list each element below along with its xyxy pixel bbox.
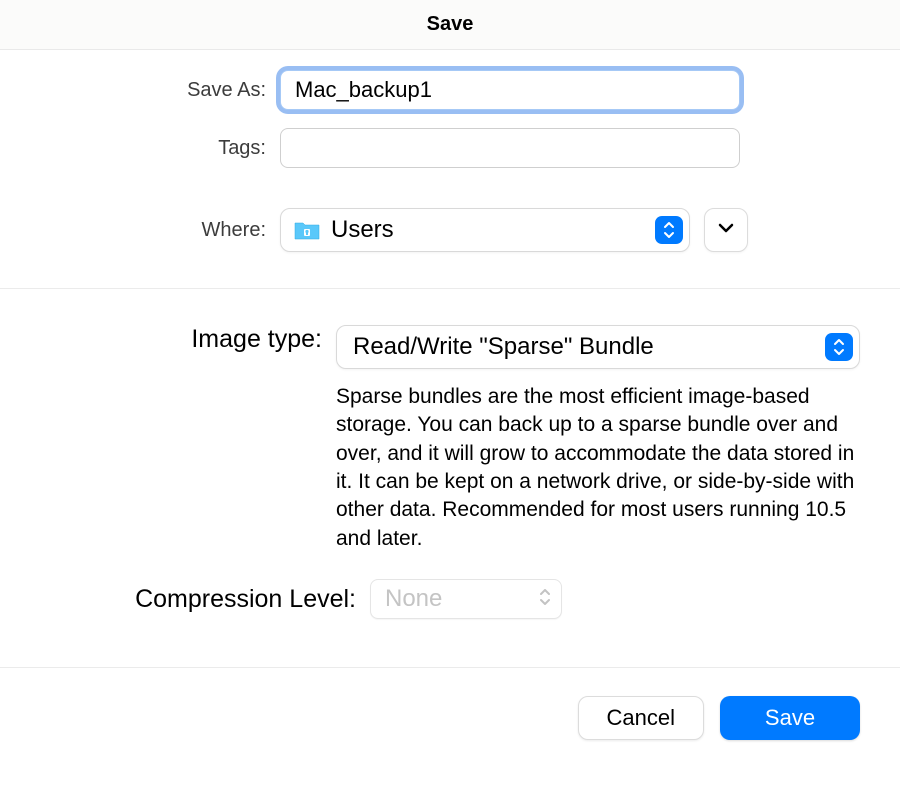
save-as-row: Save As: [40,70,860,110]
image-type-select[interactable]: Read/Write "Sparse" Bundle [336,325,860,369]
where-row: Where: Users [40,208,860,252]
file-section: Save As: Tags: Where: [0,50,900,289]
expand-button[interactable] [704,208,748,252]
tags-input[interactable] [280,128,740,168]
tags-row: Tags: [40,128,860,168]
compression-select[interactable]: None [370,579,562,619]
image-type-description: Sparse bundles are the most efficient im… [336,383,860,553]
footer: Cancel Save [0,668,900,768]
options-section: Image type: Read/Write "Sparse" Bundle S… [0,289,900,668]
compression-label: Compression Level: [40,585,370,614]
save-as-input[interactable] [280,70,740,110]
tags-label: Tags: [40,137,280,160]
save-as-label: Save As: [40,79,280,102]
compression-row: Compression Level: None [40,579,860,619]
image-type-label: Image type: [40,325,336,354]
image-type-row: Image type: Read/Write "Sparse" Bundle S… [40,325,860,553]
up-down-arrows-icon [539,588,551,611]
cancel-button[interactable]: Cancel [578,696,704,740]
up-down-arrows-icon [655,216,683,244]
compression-value: None [385,585,539,613]
folder-icon [293,219,321,241]
where-select[interactable]: Users [280,208,690,252]
where-value: Users [331,216,655,244]
chevron-down-icon [717,221,735,239]
window-title: Save [0,0,900,50]
where-label: Where: [40,219,280,242]
save-button[interactable]: Save [720,696,860,740]
image-type-value: Read/Write "Sparse" Bundle [353,333,825,361]
up-down-arrows-icon [825,333,853,361]
